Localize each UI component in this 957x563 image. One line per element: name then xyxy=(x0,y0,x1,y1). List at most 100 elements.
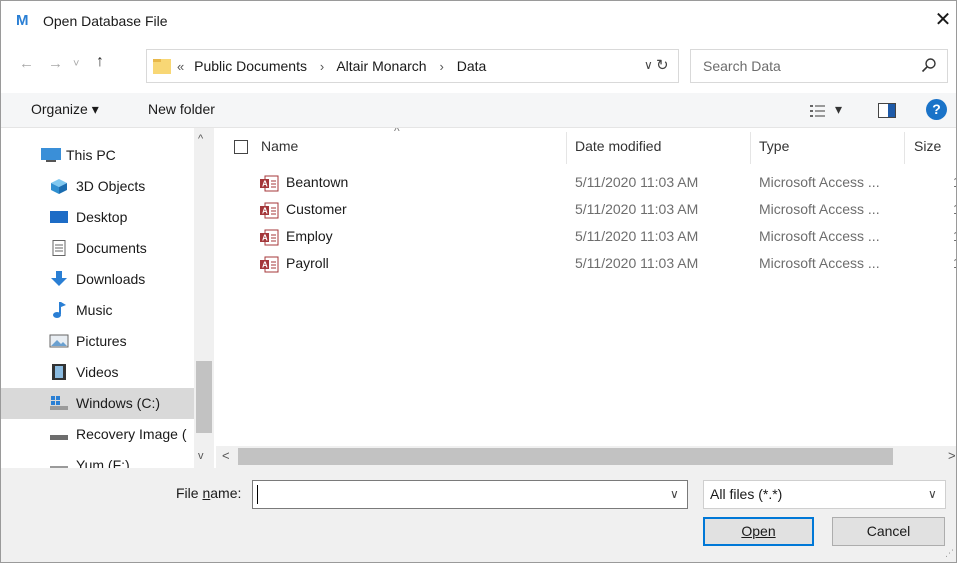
music-note-icon xyxy=(53,302,66,318)
open-database-dialog: M Open Database File ✕ ← → ˅ ↑ « Public … xyxy=(0,0,957,563)
chevron-down-icon: ▾ xyxy=(835,101,843,117)
breadcrumb-item[interactable]: Altair Monarch xyxy=(336,58,426,74)
file-name-label: File name: xyxy=(176,485,242,501)
search-input[interactable]: Search Data xyxy=(703,58,781,74)
column-header-row: ^ Name Date modified Type Size xyxy=(216,128,956,166)
sidebar-item-documents[interactable]: Documents xyxy=(1,233,194,264)
breadcrumb-item[interactable]: Public Documents xyxy=(194,58,307,74)
navigation-bar: ← → ˅ ↑ « Public Documents › Altair Mona… xyxy=(1,49,956,85)
svg-text:A: A xyxy=(262,234,268,243)
breadcrumb-item[interactable]: Data xyxy=(457,58,487,74)
navigation-pane-scrollbar[interactable]: ^ v xyxy=(194,128,214,468)
sidebar-item-yum-f[interactable]: Yum (F:) xyxy=(1,450,194,468)
breadcrumb: « Public Documents › Altair Monarch › Da… xyxy=(177,58,486,74)
sort-ascending-icon: ^ xyxy=(394,128,400,138)
address-bar[interactable]: « Public Documents › Altair Monarch › Da… xyxy=(146,49,679,83)
sidebar-item-music[interactable]: Music xyxy=(1,295,194,326)
search-icon[interactable] xyxy=(921,57,937,73)
file-type-select[interactable]: All files (*.*) ∨ xyxy=(703,480,946,509)
file-row-customer[interactable]: A Customer 5/11/2020 11:03 AM Microsoft … xyxy=(216,197,956,224)
breadcrumb-separator-icon[interactable]: › xyxy=(320,59,324,74)
scrollbar-thumb[interactable] xyxy=(196,361,212,433)
column-divider[interactable] xyxy=(750,132,751,164)
file-name[interactable]: Customer xyxy=(286,201,347,217)
file-name[interactable]: Beantown xyxy=(286,174,348,190)
scroll-left-icon[interactable]: < xyxy=(222,448,230,463)
sidebar-item-label: Yum (F:) xyxy=(76,457,130,468)
file-name-dropdown-button[interactable]: ∨ xyxy=(670,487,679,501)
file-size: 1 xyxy=(953,228,956,244)
file-list-horizontal-scrollbar[interactable]: < > xyxy=(216,446,956,468)
sidebar-item-3d-objects[interactable]: 3D Objects xyxy=(1,171,194,202)
dialog-footer: File name: ∨ All files (*.*) ∨ Open Canc… xyxy=(1,468,956,562)
download-arrow-icon xyxy=(51,271,67,286)
scroll-down-icon[interactable]: v xyxy=(198,450,204,462)
document-icon xyxy=(52,240,66,256)
column-divider[interactable] xyxy=(566,132,567,164)
back-button[interactable]: ← xyxy=(19,55,34,72)
cube-icon xyxy=(51,179,67,194)
sidebar-item-label: Music xyxy=(76,302,113,318)
file-name[interactable]: Payroll xyxy=(286,255,329,271)
file-row-beantown[interactable]: A Beantown 5/11/2020 11:03 AM Microsoft … xyxy=(216,170,956,197)
sidebar-item-recovery-image[interactable]: Recovery Image ( xyxy=(1,419,194,450)
chevron-down-icon: ∨ xyxy=(928,487,937,501)
file-type: Microsoft Access ... xyxy=(759,174,880,190)
access-database-icon: A xyxy=(260,229,279,246)
windows-drive-icon xyxy=(50,396,68,410)
sidebar-item-downloads[interactable]: Downloads xyxy=(1,264,194,295)
sidebar-item-this-pc[interactable]: This PC xyxy=(1,140,194,171)
organize-menu-button[interactable]: Organize ▾ xyxy=(31,101,99,118)
breadcrumb-overflow-button[interactable]: « xyxy=(177,59,184,74)
column-header-size[interactable]: Size xyxy=(914,138,941,154)
up-button[interactable]: ↑ xyxy=(96,53,104,71)
breadcrumb-separator-icon[interactable]: › xyxy=(439,59,443,74)
sidebar-item-label: Recovery Image ( xyxy=(76,426,187,442)
open-button[interactable]: Open xyxy=(703,517,814,546)
select-all-checkbox[interactable] xyxy=(234,140,248,154)
file-row-employ[interactable]: A Employ 5/11/2020 11:03 AM Microsoft Ac… xyxy=(216,224,956,251)
recent-locations-button[interactable]: ˅ xyxy=(73,58,79,70)
file-list: ^ Name Date modified Type Size A Beantow… xyxy=(216,128,956,468)
sidebar-item-windows-c[interactable]: Windows (C:) xyxy=(1,388,194,419)
resize-grip-icon[interactable]: ⋰ xyxy=(945,548,954,559)
change-view-button[interactable]: ▾ xyxy=(809,101,849,120)
sidebar-item-desktop[interactable]: Desktop xyxy=(1,202,194,233)
help-icon[interactable]: ? xyxy=(926,99,947,120)
column-header-type[interactable]: Type xyxy=(759,138,789,154)
file-date-modified: 5/11/2020 11:03 AM xyxy=(575,255,699,271)
preview-pane-icon[interactable] xyxy=(878,103,896,118)
column-divider[interactable] xyxy=(904,132,905,164)
file-type-value: All files (*.*) xyxy=(710,486,783,502)
film-icon xyxy=(52,364,66,380)
sidebar-item-label: This PC xyxy=(66,147,116,163)
search-box[interactable]: Search Data xyxy=(690,49,948,83)
access-database-icon: A xyxy=(260,202,279,219)
file-size: 1 xyxy=(953,255,956,271)
command-bar: Organize ▾ New folder ▾ ? xyxy=(1,93,956,128)
scrollbar-thumb[interactable] xyxy=(238,448,893,465)
refresh-button[interactable]: ↻ xyxy=(656,56,669,74)
file-row-payroll[interactable]: A Payroll 5/11/2020 11:03 AM Microsoft A… xyxy=(216,251,956,278)
sidebar-item-label: 3D Objects xyxy=(76,178,146,194)
cancel-button[interactable]: Cancel xyxy=(832,517,945,546)
file-name[interactable]: Employ xyxy=(286,228,333,244)
access-database-icon: A xyxy=(260,256,279,273)
details-view-icon xyxy=(810,105,825,117)
column-header-date-modified[interactable]: Date modified xyxy=(575,138,661,154)
sidebar-item-pictures[interactable]: Pictures xyxy=(1,326,194,357)
column-header-name[interactable]: Name xyxy=(261,138,298,154)
text-caret xyxy=(257,485,258,504)
sidebar-item-videos[interactable]: Videos xyxy=(1,357,194,388)
address-dropdown-button[interactable]: ∨ xyxy=(644,58,653,72)
new-folder-button[interactable]: New folder xyxy=(148,101,215,117)
monarch-logo-icon: M xyxy=(16,12,29,29)
file-date-modified: 5/11/2020 11:03 AM xyxy=(575,174,699,190)
file-name-input[interactable]: ∨ xyxy=(252,480,688,509)
scroll-right-icon[interactable]: > xyxy=(948,448,956,463)
monitor-icon xyxy=(41,148,61,162)
svg-text:A: A xyxy=(262,261,268,270)
scroll-up-icon[interactable]: ^ xyxy=(198,133,203,145)
close-button[interactable]: ✕ xyxy=(931,7,955,33)
forward-button[interactable]: → xyxy=(48,55,63,72)
